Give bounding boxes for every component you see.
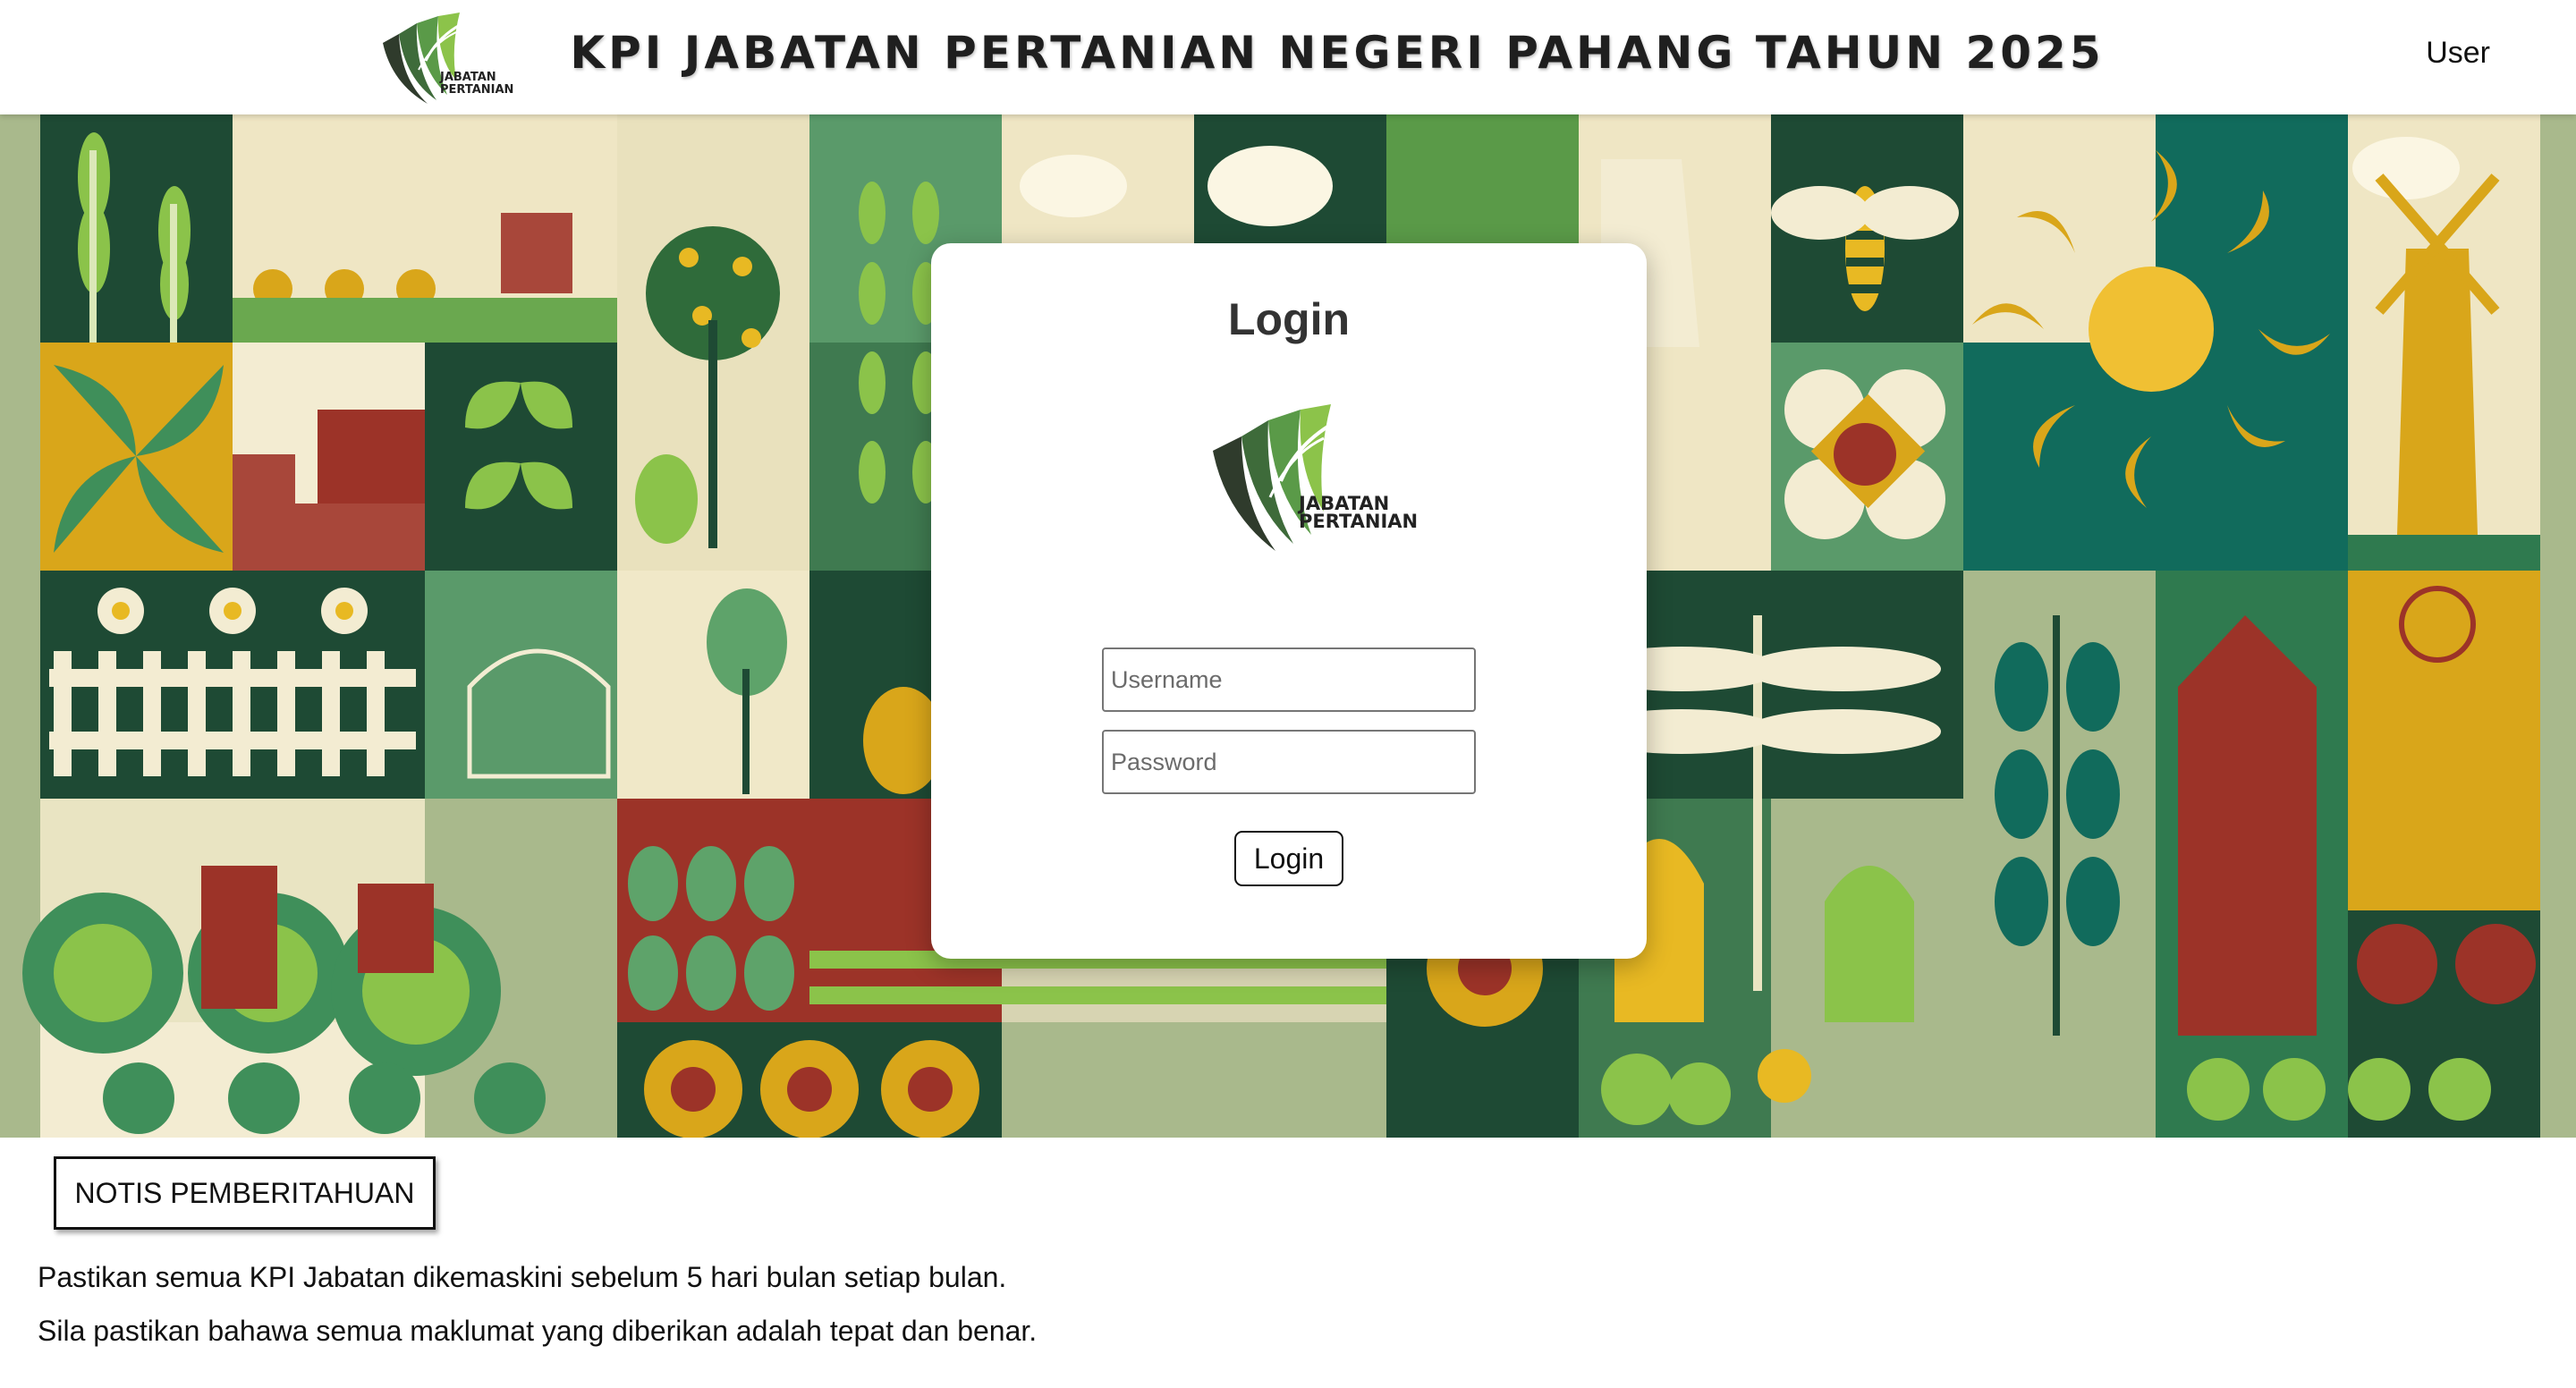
page-title: KPI JABATAN PERTANIAN NEGERI PAHANG TAHU… <box>570 27 2105 79</box>
svg-text:PERTANIAN: PERTANIAN <box>1299 511 1418 532</box>
login-title: Login <box>1227 294 1351 344</box>
user-menu-link[interactable]: User <box>2426 36 2490 71</box>
login-card: Login JABATAN PERTANIAN Login <box>931 243 1647 959</box>
login-button[interactable]: Login <box>1234 831 1343 886</box>
svg-text:PERTANIAN: PERTANIAN <box>440 83 513 97</box>
department-logo-icon: JABATAN PERTANIAN <box>1213 404 1418 551</box>
notice-button[interactable]: NOTIS PEMBERITAHUAN <box>54 1156 436 1230</box>
password-input[interactable] <box>1102 730 1476 794</box>
username-input[interactable] <box>1102 647 1476 712</box>
notice-text-line-1: Pastikan semua KPI Jabatan dikemaskini s… <box>38 1261 1007 1293</box>
notice-text-line-2: Sila pastikan bahawa semua maklumat yang… <box>38 1315 1038 1347</box>
app-header: JABATAN PERTANIAN KPI JABATAN PERTANIAN … <box>0 0 2576 114</box>
